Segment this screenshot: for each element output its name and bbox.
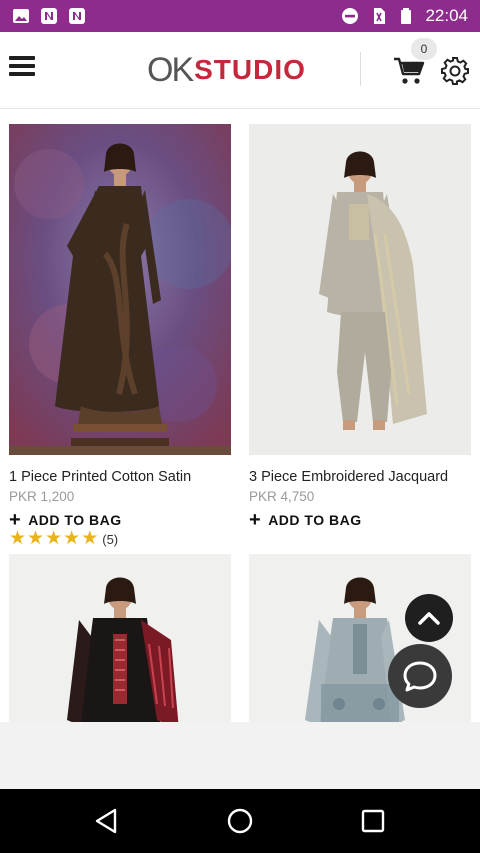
product-price: PKR 4,750	[249, 489, 315, 504]
add-to-bag-label: ADD TO BAG	[268, 512, 362, 528]
system-nav-bar	[0, 789, 480, 853]
product-image[interactable]	[249, 124, 471, 455]
chat-button[interactable]	[388, 644, 452, 708]
product-name[interactable]: 3 Piece Embroidered Jacquard	[249, 469, 471, 485]
cart-icon[interactable]	[393, 56, 425, 86]
plus-icon: +	[249, 509, 262, 531]
product-card[interactable]: 1 Piece Printed Cotton Satin PKR 1,200 +…	[9, 124, 234, 549]
star-icon: ★	[9, 528, 27, 549]
chat-icon	[403, 661, 437, 692]
image-icon	[13, 9, 29, 23]
product-card[interactable]	[9, 554, 231, 853]
logo-prefix: OK	[147, 50, 194, 89]
n-notification-icon	[41, 8, 57, 24]
content-footer-area	[0, 722, 480, 789]
back-icon[interactable]	[92, 806, 122, 836]
add-to-bag-button[interactable]: + ADD TO BAG	[249, 509, 471, 531]
add-to-bag-label: ADD TO BAG	[28, 512, 122, 528]
menu-icon[interactable]	[9, 56, 35, 78]
product-image[interactable]	[9, 554, 231, 853]
app-logo[interactable]: OK STUDIO	[147, 50, 306, 89]
star-icon: ★	[63, 528, 81, 549]
status-bar: 22:04	[0, 0, 480, 32]
rating-count: (5)	[102, 531, 119, 547]
star-icon: ★	[45, 528, 63, 549]
recents-icon[interactable]	[358, 806, 388, 836]
scroll-to-top-button[interactable]	[405, 594, 453, 642]
no-sim-icon	[374, 8, 386, 24]
gear-icon[interactable]	[440, 56, 470, 86]
product-image[interactable]	[9, 124, 234, 455]
n-notification-icon	[69, 8, 85, 24]
battery-icon	[401, 8, 412, 24]
product-price: PKR 1,200	[9, 489, 75, 504]
star-icon: ★	[81, 528, 99, 549]
home-icon[interactable]	[225, 806, 255, 836]
cart-count-badge: 0	[411, 38, 437, 60]
add-to-bag-button[interactable]: + ADD TO BAG	[9, 509, 231, 531]
product-name[interactable]: 1 Piece Printed Cotton Satin	[9, 469, 231, 485]
logo-brand: STUDIO	[194, 54, 306, 85]
app-header: OK STUDIO 0	[0, 32, 480, 109]
star-icon: ★	[27, 528, 45, 549]
plus-icon: +	[9, 509, 22, 531]
product-card[interactable]: 3 Piece Embroidered Jacquard PKR 4,750 +…	[249, 124, 471, 531]
status-time: 22:04	[425, 6, 468, 25]
product-rating: ★ ★ ★ ★ ★ (5)	[9, 528, 231, 549]
chevron-up-icon	[418, 612, 440, 625]
do-not-disturb-icon	[342, 8, 359, 24]
header-divider	[360, 52, 361, 86]
